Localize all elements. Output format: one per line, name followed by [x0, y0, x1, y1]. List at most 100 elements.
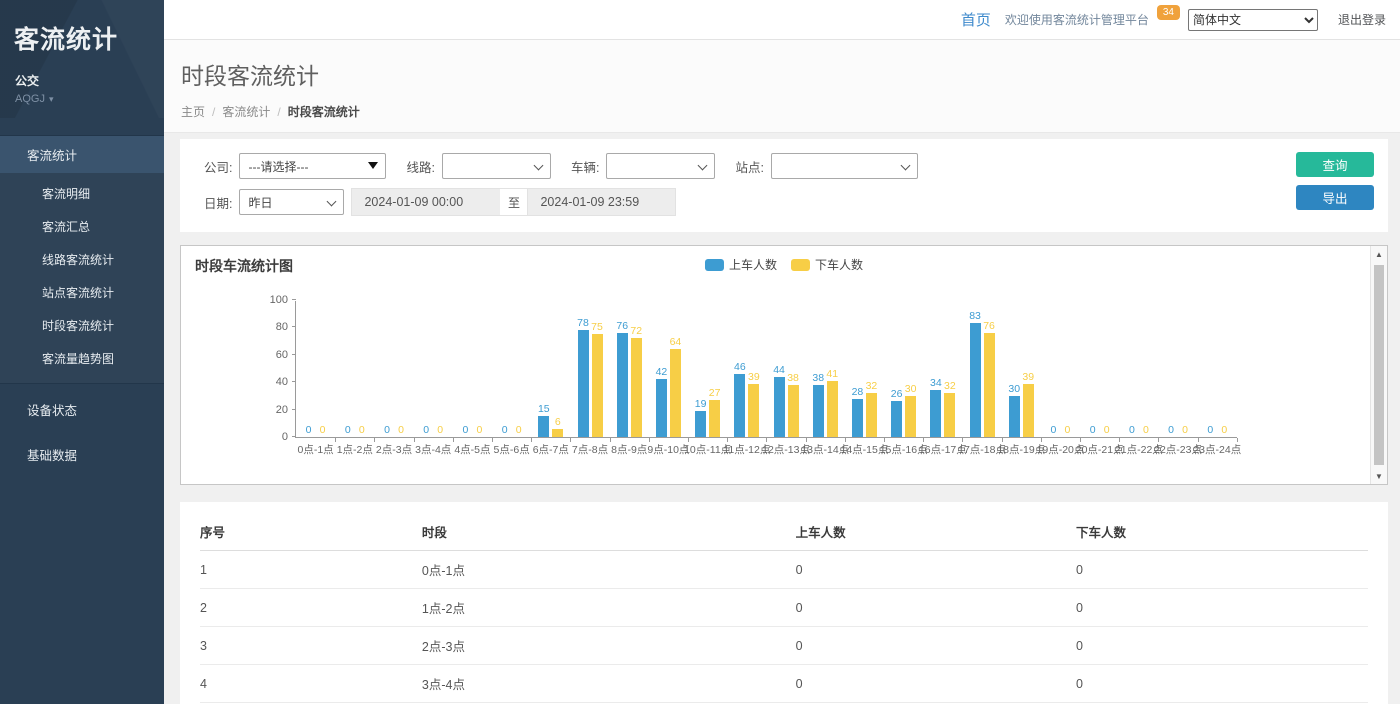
user-menu[interactable]: AQGJ▾	[15, 93, 149, 105]
nav-subitem-客流明细[interactable]: 客流明细	[0, 177, 164, 210]
export-button[interactable]: 导出	[1296, 185, 1374, 210]
bar-value-label: 75	[591, 321, 603, 333]
bar-value-label: 38	[787, 372, 799, 384]
bar-group-alighting: 64	[670, 336, 681, 437]
x-axis-label: 2点-3点	[376, 442, 412, 457]
table-row[interactable]: 21点-2点00	[200, 589, 1368, 627]
bar-value-label: 39	[748, 371, 760, 383]
scrollbar-thumb[interactable]	[1374, 265, 1384, 465]
y-axis-tick-label: 40	[258, 376, 288, 388]
welcome-text: 欢迎使用客流统计管理平台	[1005, 11, 1149, 28]
sidebar: 客流统计 公交 AQGJ▾ 客流统计 客流明细客流汇总线路客流统计站点客流统计时…	[0, 0, 164, 704]
table-header-cell: 下车人数	[1076, 512, 1368, 551]
date-to-input[interactable]: 2024-01-09 23:59	[527, 188, 676, 216]
filter-select[interactable]	[606, 153, 715, 179]
table-cell: 0	[1076, 551, 1368, 589]
table-header-cell: 时段	[422, 512, 796, 551]
nav-section-设备状态[interactable]: 设备状态	[0, 390, 164, 429]
nav-subitem-站点客流统计[interactable]: 站点客流统计	[0, 276, 164, 309]
search-button[interactable]: 查询	[1296, 152, 1374, 177]
bar-boarding	[774, 377, 785, 437]
scroll-down-icon[interactable]: ▼	[1371, 468, 1387, 484]
bar-value-label: 0	[1065, 424, 1071, 436]
filter-field: 站点:	[735, 153, 917, 179]
x-axis-label: 0点-1点	[298, 442, 334, 457]
table-row[interactable]: 43点-4点00	[200, 665, 1368, 703]
breadcrumb-home[interactable]: 主页	[181, 105, 205, 119]
chart-category: 1566点-7点	[531, 301, 570, 437]
bar-group-alighting: 0	[1101, 424, 1112, 437]
bar-boarding	[891, 401, 902, 437]
language-select[interactable]: 简体中文	[1188, 9, 1318, 31]
table-cell: 2	[200, 589, 422, 627]
nav-subitem-客流汇总[interactable]: 客流汇总	[0, 210, 164, 243]
bar-group-boarding: 0	[499, 424, 510, 437]
bar-group-alighting: 75	[592, 321, 603, 437]
table-cell: 0	[796, 627, 1076, 665]
nav-submenu: 客流明细客流汇总线路客流统计站点客流统计时段客流统计客流量趋势图	[0, 173, 164, 384]
date-preset-select[interactable]: 昨日	[239, 189, 344, 215]
bar-group-alighting: 32	[866, 380, 877, 437]
bar-value-label: 72	[630, 325, 642, 337]
chart-category: 78757点-8点	[570, 301, 609, 437]
date-to-separator: 至	[500, 188, 527, 216]
filter-select[interactable]: ---请选择---	[239, 153, 386, 179]
nav-section-基础数据[interactable]: 基础数据	[0, 435, 164, 474]
nav-subitem-客流量趋势图[interactable]: 客流量趋势图	[0, 342, 164, 375]
x-axis-label: 6点-7点	[533, 442, 569, 457]
nav-subitem-线路客流统计[interactable]: 线路客流统计	[0, 243, 164, 276]
bar-group-alighting: 41	[827, 368, 838, 437]
bar-group-alighting: 0	[1180, 424, 1191, 437]
bar-value-label: 76	[983, 320, 995, 332]
chart-category: 0019点-20点	[1041, 301, 1080, 437]
logout-link[interactable]: 退出登录	[1338, 11, 1386, 28]
chart-scrollbar[interactable]: ▲ ▼	[1370, 246, 1387, 484]
table-row[interactable]: 10点-1点00	[200, 551, 1368, 589]
profile-block: 公交 AQGJ▾	[0, 62, 164, 105]
filter-select[interactable]	[442, 153, 551, 179]
breadcrumb-separator: /	[277, 105, 280, 119]
chart-category: 42649点-10点	[649, 301, 688, 437]
filter-select[interactable]	[771, 153, 918, 179]
filter-panel: 公司:---请选择---线路:车辆:站点: 日期: 昨日 2024-01-09 …	[180, 139, 1388, 232]
bar-boarding	[970, 323, 981, 437]
notification-badge[interactable]: 34	[1157, 5, 1180, 20]
bar-value-label: 0	[384, 424, 390, 436]
bar-group-boarding: 0	[460, 424, 471, 437]
bar-group-boarding: 0	[1087, 424, 1098, 437]
chart-category: 463911点-12点	[727, 301, 766, 437]
legend-item[interactable]: 下车人数	[791, 256, 863, 273]
legend-label: 上车人数	[729, 256, 777, 273]
filter-label: 站点:	[735, 157, 763, 176]
nav-passenger-stats[interactable]: 客流统计	[0, 135, 164, 173]
bar-group-alighting: 39	[1023, 371, 1034, 437]
bar-boarding	[930, 390, 941, 437]
bar-group-alighting: 0	[356, 424, 367, 437]
date-from-input[interactable]: 2024-01-09 00:00	[351, 188, 500, 216]
home-link[interactable]: 首页	[961, 9, 991, 30]
bar-group-boarding: 0	[382, 424, 393, 437]
bar-group-boarding: 0	[1205, 424, 1216, 437]
bar-value-label: 0	[398, 424, 404, 436]
x-axis-label: 5点-6点	[494, 442, 530, 457]
scroll-up-icon[interactable]: ▲	[1371, 246, 1387, 262]
table-body: 10点-1点0021点-2点0032点-3点0043点-4点0054点-5点00…	[200, 551, 1368, 704]
legend-item[interactable]: 上车人数	[705, 256, 777, 273]
bar-group-alighting: 39	[748, 371, 759, 437]
chart-category: 004点-5点	[453, 301, 492, 437]
bar-value-label: 26	[891, 388, 903, 400]
chart-category: 001点-2点	[335, 301, 374, 437]
y-axis-tick-label: 0	[258, 431, 288, 443]
table-row[interactable]: 32点-3点00	[200, 627, 1368, 665]
bar-value-label: 0	[1143, 424, 1149, 436]
breadcrumb-separator: /	[212, 105, 215, 119]
bar-group-boarding: 34	[930, 377, 941, 437]
bar-group-boarding: 0	[1048, 424, 1059, 437]
nav-subitem-时段客流统计[interactable]: 时段客流统计	[0, 309, 164, 342]
breadcrumb-parent[interactable]: 客流统计	[222, 105, 270, 119]
table-cell: 0	[1076, 627, 1368, 665]
bar-value-label: 0	[1207, 424, 1213, 436]
bar-value-label: 83	[969, 310, 981, 322]
sidebar-nav: 客流统计 客流明细客流汇总线路客流统计站点客流统计时段客流统计客流量趋势图 设备…	[0, 135, 164, 474]
chart-category: 0023点-24点	[1198, 301, 1237, 437]
